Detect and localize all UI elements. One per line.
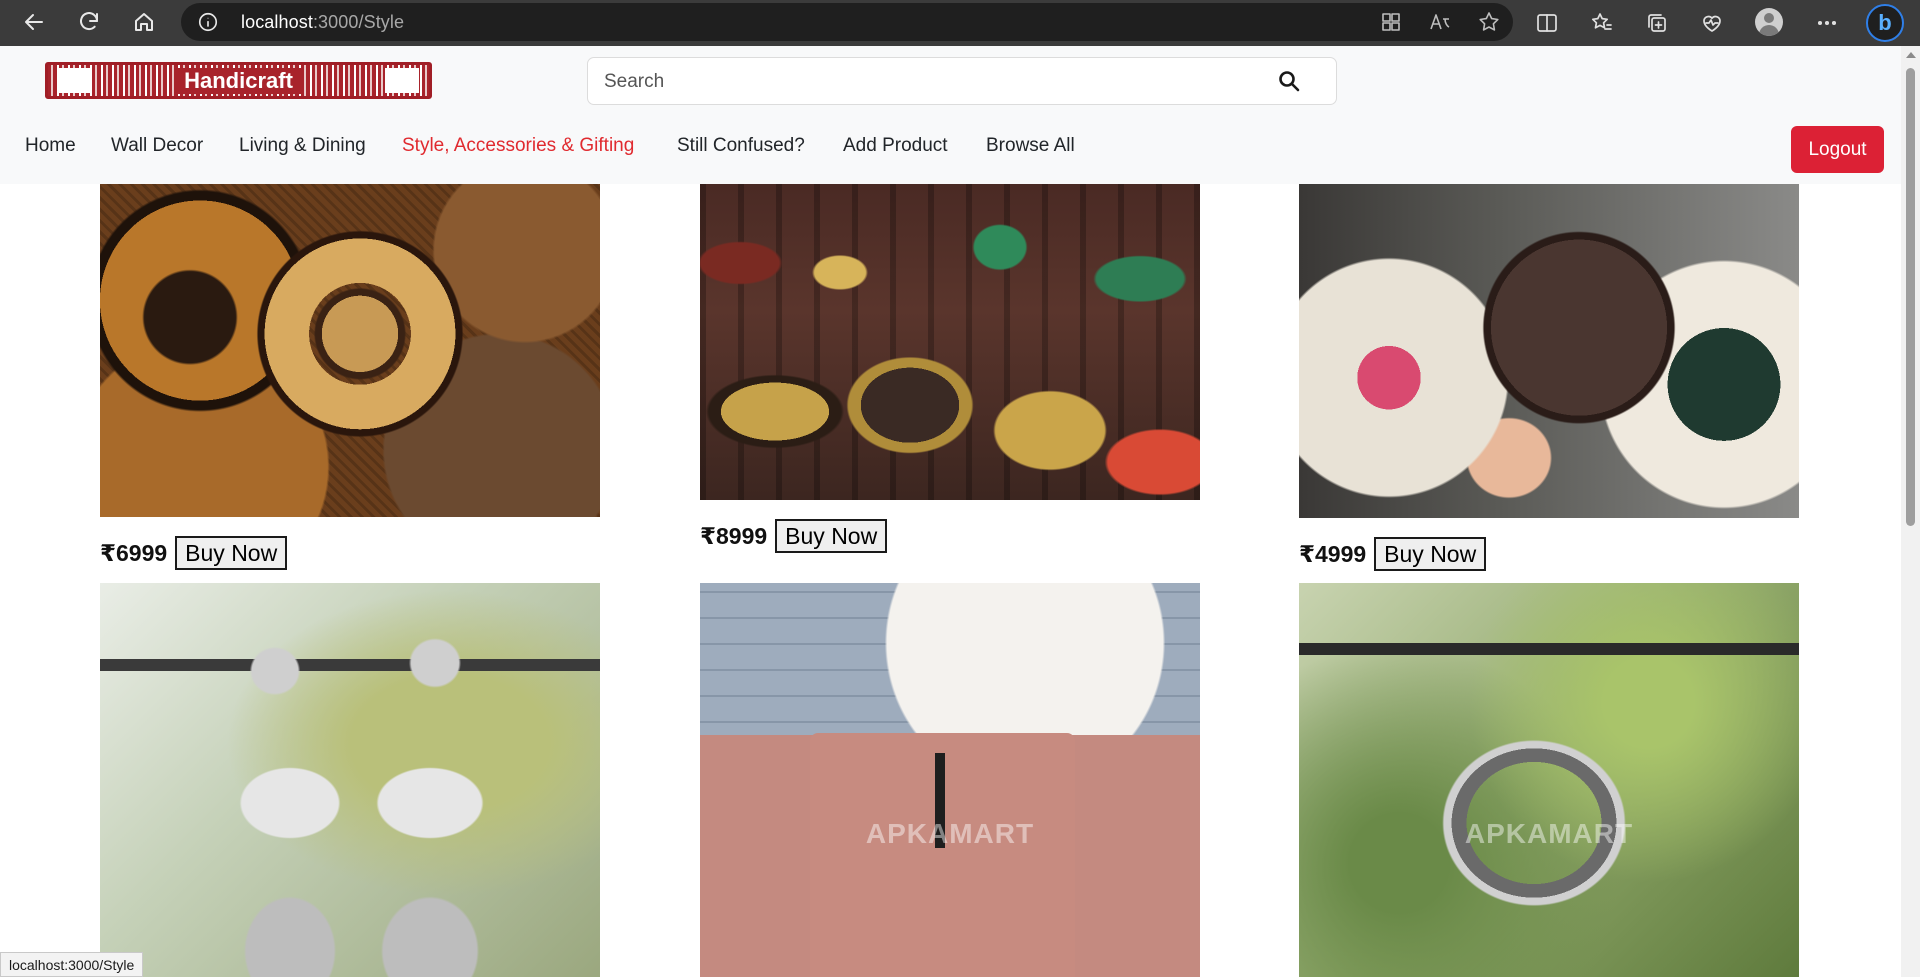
brand-logo[interactable]: Handicraft xyxy=(45,62,432,99)
site-navbar: Handicraft Home Wall Decor Living & Dini… xyxy=(0,46,1901,184)
favorite-star-icon[interactable] xyxy=(1477,10,1501,34)
product-image-silver-bangle[interactable]: APKAMART xyxy=(1299,583,1799,977)
profile-icon[interactable] xyxy=(1755,8,1783,36)
nav-add-product[interactable]: Add Product xyxy=(843,135,948,157)
product-card-footer: ₹8999 Buy Now xyxy=(700,519,888,553)
url-host: localhost xyxy=(241,12,313,32)
back-icon[interactable] xyxy=(15,3,53,41)
product-price: ₹4999 xyxy=(1299,540,1367,567)
image-watermark: APKAMART xyxy=(865,818,1035,849)
main-menu: Home Wall Decor Living & Dining Style, A… xyxy=(0,135,1200,161)
search-icon[interactable] xyxy=(1277,69,1301,93)
apps-icon[interactable] xyxy=(1379,10,1403,34)
address-bar[interactable]: localhost:3000/Style xyxy=(181,3,1513,41)
brand-logo-text: Handicraft xyxy=(176,67,301,94)
link-status-bar: localhost:3000/Style xyxy=(0,952,144,977)
nav-home[interactable]: Home xyxy=(25,135,76,157)
info-icon[interactable] xyxy=(197,11,219,33)
split-screen-icon[interactable] xyxy=(1533,9,1561,37)
browser-toolbar: localhost:3000/Style b xyxy=(0,0,1920,46)
more-icon[interactable] xyxy=(1813,9,1841,37)
home-icon[interactable] xyxy=(125,3,163,41)
product-image-silver-earrings[interactable] xyxy=(100,583,600,977)
nav-browse-all[interactable]: Browse All xyxy=(986,135,1075,157)
scroll-thumb[interactable] xyxy=(1906,68,1915,526)
logout-button[interactable]: Logout xyxy=(1791,126,1884,173)
url-path: :3000/Style xyxy=(312,12,405,32)
nav-still-confused[interactable]: Still Confused? xyxy=(677,135,805,157)
favorites-icon[interactable] xyxy=(1588,9,1616,37)
buy-now-button[interactable]: Buy Now xyxy=(1374,537,1487,571)
url-text[interactable]: localhost:3000/Style xyxy=(241,12,404,33)
search-input[interactable] xyxy=(604,69,1244,95)
page-scrollbar[interactable] xyxy=(1901,46,1920,977)
nav-wall-decor[interactable]: Wall Decor xyxy=(111,135,203,157)
product-price: ₹8999 xyxy=(700,522,768,549)
read-aloud-icon[interactable] xyxy=(1428,10,1452,34)
product-image-rattan-bags[interactable] xyxy=(1299,184,1799,518)
reload-icon[interactable] xyxy=(70,3,108,41)
buy-now-button[interactable]: Buy Now xyxy=(175,536,288,570)
nav-style-accessories-gifting[interactable]: Style, Accessories & Gifting xyxy=(402,135,634,157)
product-card-footer: ₹6999 Buy Now xyxy=(100,536,288,570)
product-image-woven-baskets[interactable] xyxy=(100,184,600,517)
product-price: ₹6999 xyxy=(100,539,168,566)
scroll-up-arrow-icon[interactable] xyxy=(1906,52,1916,58)
image-watermark: APKAMART xyxy=(1464,818,1634,849)
product-image-clay-pottery[interactable] xyxy=(700,184,1200,500)
buy-now-button[interactable]: Buy Now xyxy=(775,519,888,553)
product-image-pink-handbag[interactable]: APKAMART xyxy=(700,583,1200,977)
bing-copilot-icon[interactable]: b xyxy=(1866,4,1904,42)
collections-icon[interactable] xyxy=(1643,9,1671,37)
product-card-footer: ₹4999 Buy Now xyxy=(1299,537,1487,571)
product-grid: ₹6999 Buy Now ₹8999 Buy Now ₹4999 Buy No… xyxy=(0,184,1901,977)
browser-essentials-icon[interactable] xyxy=(1698,9,1726,37)
nav-living-dining[interactable]: Living & Dining xyxy=(239,135,366,157)
search-box xyxy=(587,57,1337,105)
